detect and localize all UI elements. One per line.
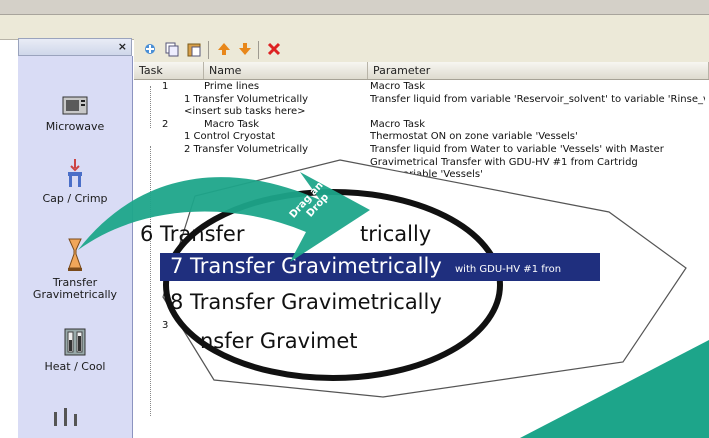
drag-drop-arrow <box>78 172 370 262</box>
application-window: × Microwave Cap / Crimp Transfer Gravime… <box>0 0 709 438</box>
